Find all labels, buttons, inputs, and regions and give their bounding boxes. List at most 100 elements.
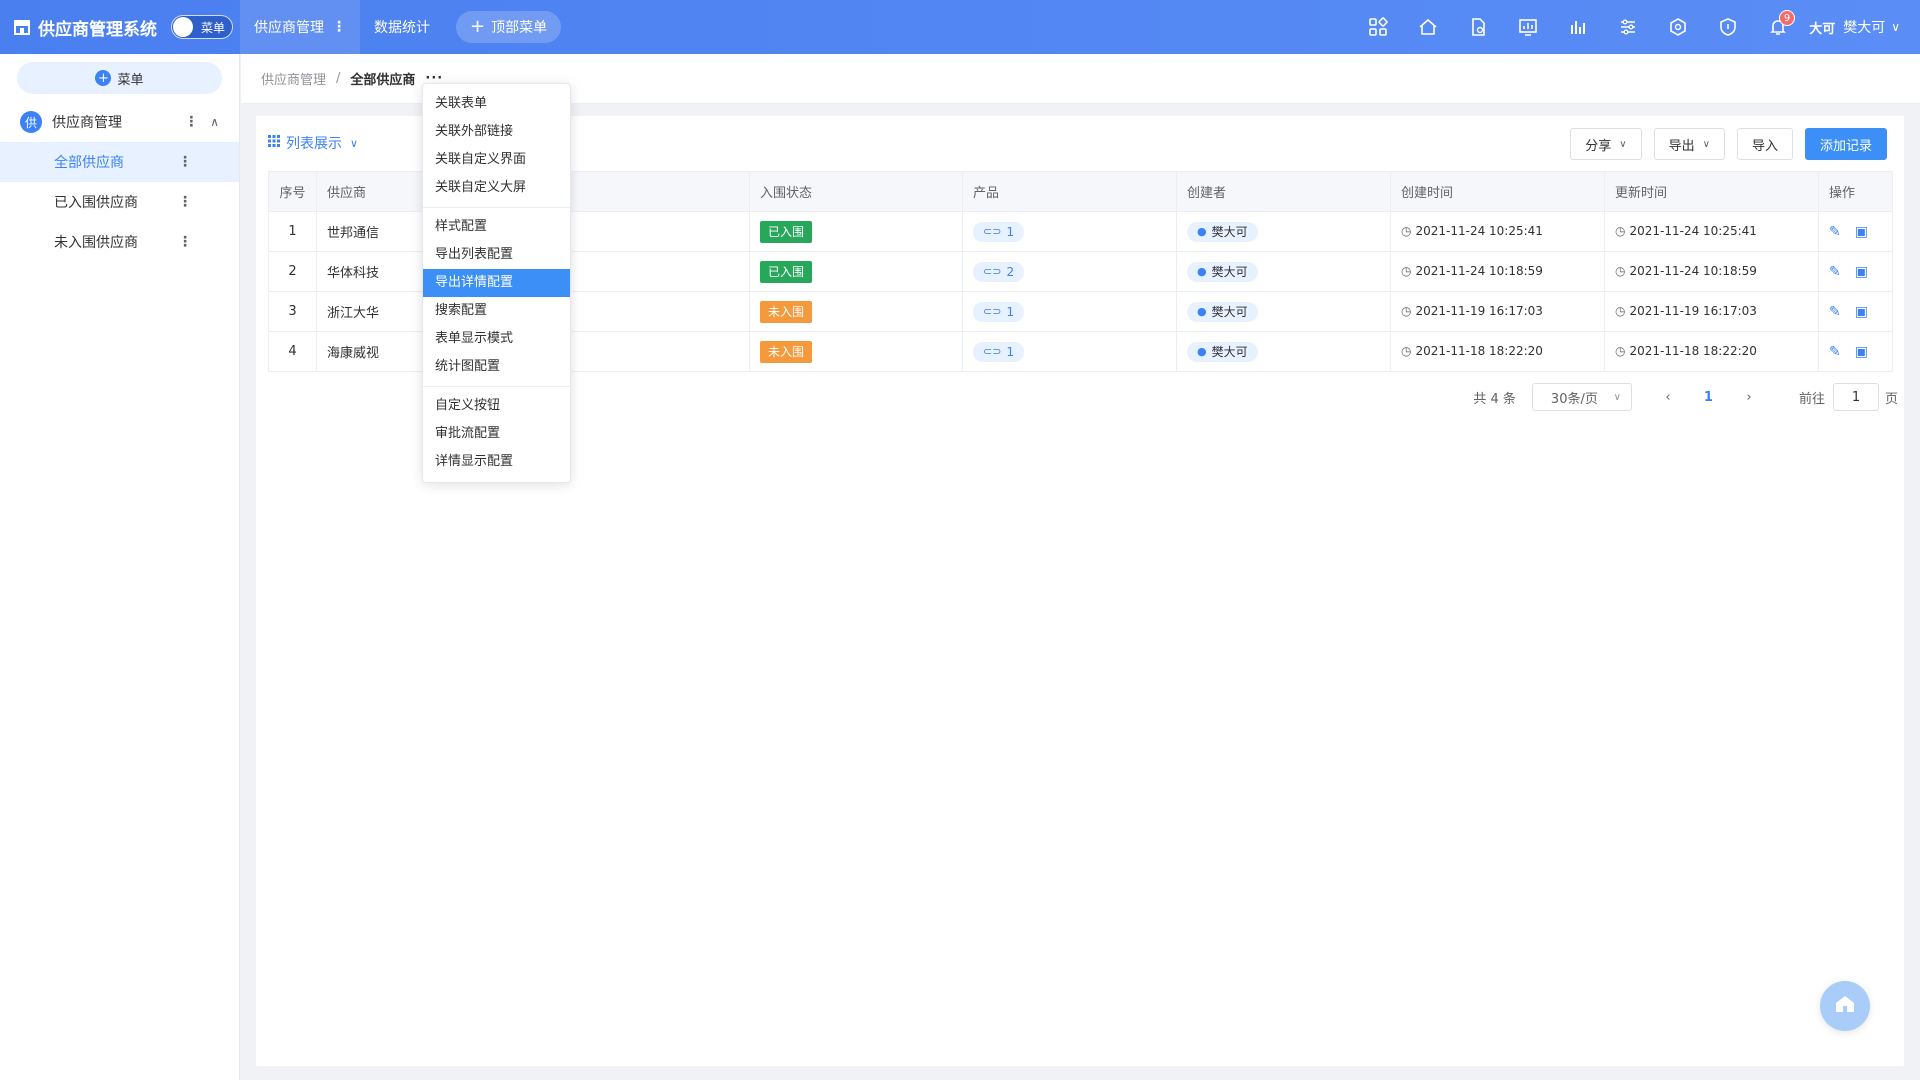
clock-icon: ◷ xyxy=(1615,344,1626,358)
menu-item[interactable]: 样式配置 xyxy=(423,213,570,241)
cell-supplier-name: 浙江大华 xyxy=(316,291,435,332)
clock-icon: ◷ xyxy=(1615,264,1626,278)
apps-icon[interactable] xyxy=(1353,0,1403,54)
edit-icon[interactable]: ✎ xyxy=(1829,344,1841,360)
cell-created-time: ◷ 2021-11-24 10:18:59 xyxy=(1390,251,1605,292)
more-vertical-icon[interactable]: ⋮ xyxy=(178,234,192,250)
detail-icon[interactable]: ▣ xyxy=(1855,304,1868,320)
updated-time: 2021-11-18 18:22:20 xyxy=(1629,344,1757,358)
sidebar-item-not-shortlisted-suppliers[interactable]: 未入围供应商 ⋮ xyxy=(0,222,239,262)
sidebar-item-label: 已入围供应商 xyxy=(54,195,138,211)
pagination: 共 4 条 30条/页 ∨ ‹ 1 › 前往 1 页 xyxy=(1473,383,1898,411)
bell-icon[interactable]: 9 xyxy=(1753,0,1803,54)
home-icon[interactable] xyxy=(1403,0,1453,54)
menu-item[interactable]: 审批流配置 xyxy=(423,420,570,448)
menu-item[interactable]: 导出详情配置 xyxy=(423,269,570,297)
menu-item[interactable]: 详情显示配置 xyxy=(423,448,570,476)
col-header-supplier: 供应商 xyxy=(316,171,435,212)
breadcrumb-parent[interactable]: 供应商管理 xyxy=(261,69,326,88)
page-size-value: 30条/页 xyxy=(1550,391,1598,407)
document-settings-icon[interactable] xyxy=(1453,0,1503,54)
menu-item[interactable]: 搜索配置 xyxy=(423,297,570,325)
top-nav-label: 数据统计 xyxy=(374,20,430,36)
cell-product: ⊂⊃ 2 xyxy=(962,251,1177,292)
cell-supplier-name: 海康威视 xyxy=(316,331,435,372)
cell-created-time: ◷ 2021-11-24 10:25:41 xyxy=(1390,211,1605,252)
creator-pill: ● 樊大可 xyxy=(1187,221,1258,242)
more-vertical-icon[interactable]: ⋮ xyxy=(332,19,346,35)
avatar: 大可 xyxy=(1809,21,1836,37)
menu-item[interactable]: 关联自定义大屏 xyxy=(423,174,570,202)
creator-name: 樊大可 xyxy=(1211,305,1248,319)
add-top-menu-button[interactable]: + 顶部菜单 xyxy=(456,11,562,43)
chevron-down-icon: ∨ xyxy=(1891,20,1900,34)
user-menu[interactable]: 大可 樊大可 ∨ xyxy=(1809,17,1900,37)
more-vertical-icon[interactable]: ⋮ xyxy=(184,114,198,130)
cell-actions: ✎ ▣ xyxy=(1818,331,1893,372)
plus-circle-icon: + xyxy=(95,70,112,86)
add-menu-label: 菜单 xyxy=(117,72,144,88)
col-header-status: 入围状态 xyxy=(749,171,963,212)
edit-icon[interactable]: ✎ xyxy=(1829,304,1841,320)
cell-index: 1 xyxy=(268,211,317,252)
menu-item[interactable]: 关联表单 xyxy=(423,90,570,118)
network-icon[interactable] xyxy=(1653,0,1703,54)
menu-item[interactable]: 关联外部链接 xyxy=(423,118,570,146)
edit-icon[interactable]: ✎ xyxy=(1829,224,1841,240)
cell-updated-time: ◷ 2021-11-24 10:18:59 xyxy=(1604,251,1819,292)
store-icon xyxy=(12,17,32,37)
cell-actions: ✎ ▣ xyxy=(1818,211,1893,252)
sidebar-item-all-suppliers[interactable]: 全部供应商 ⋮ xyxy=(0,142,239,182)
detail-icon[interactable]: ▣ xyxy=(1855,224,1868,240)
menu-item[interactable]: 统计图配置 xyxy=(423,353,570,381)
product-count: 1 xyxy=(1006,344,1015,359)
product-count-pill[interactable]: ⊂⊃ 1 xyxy=(973,301,1025,322)
cell-index: 3 xyxy=(268,291,317,332)
updated-time: 2021-11-24 10:25:41 xyxy=(1629,224,1757,238)
detail-icon[interactable]: ▣ xyxy=(1855,344,1868,360)
next-page-icon[interactable]: › xyxy=(1739,390,1759,405)
sidebar-group-supplier-management[interactable]: 供 供应商管理 ⋮ ∧ xyxy=(0,102,239,142)
cell-creator: ● 樊大可 xyxy=(1176,331,1391,372)
add-record-button[interactable]: 添加记录 xyxy=(1804,128,1887,160)
cell-supplier-name: 华体科技 xyxy=(316,251,435,292)
breadcrumb-current: 全部供应商 xyxy=(350,73,416,88)
product-count-pill[interactable]: ⊂⊃ 2 xyxy=(973,261,1025,282)
col-header-actions: 操作 xyxy=(1818,171,1893,212)
prev-page-icon[interactable]: ‹ xyxy=(1658,390,1678,405)
add-menu-button[interactable]: + 菜单 xyxy=(17,62,222,94)
notification-badge: 9 xyxy=(1778,10,1796,26)
flow-icon[interactable] xyxy=(1603,0,1653,54)
edit-icon[interactable]: ✎ xyxy=(1829,264,1841,280)
more-vertical-icon[interactable]: ⋮ xyxy=(178,194,192,210)
product-count-pill[interactable]: ⊂⊃ 1 xyxy=(973,221,1025,242)
sidebar-item-shortlisted-suppliers[interactable]: 已入围供应商 ⋮ xyxy=(0,182,239,222)
import-button[interactable]: 导入 xyxy=(1736,128,1793,160)
chart-icon[interactable] xyxy=(1553,0,1603,54)
export-button[interactable]: 导出 ∨ xyxy=(1653,128,1725,160)
menu-item[interactable]: 关联自定义界面 xyxy=(423,146,570,174)
share-button[interactable]: 分享 ∨ xyxy=(1570,128,1642,160)
col-header-updated-time: 更新时间 xyxy=(1604,171,1819,212)
shield-icon[interactable] xyxy=(1703,0,1753,54)
product-count-pill[interactable]: ⊂⊃ 1 xyxy=(973,341,1025,362)
creator-name: 樊大可 xyxy=(1211,225,1248,239)
menu-divider xyxy=(423,386,570,387)
user-icon: ● xyxy=(1197,265,1207,278)
page-suffix: 页 xyxy=(1884,391,1898,407)
view-mode-selector[interactable]: 列表展示 ∨ xyxy=(268,133,358,153)
current-page[interactable]: 1 xyxy=(1704,390,1713,405)
menu-item[interactable]: 自定义按钮 xyxy=(423,392,570,420)
goto-page-input[interactable]: 1 xyxy=(1832,383,1879,411)
menu-item[interactable]: 导出列表配置 xyxy=(423,241,570,269)
page-size-select[interactable]: 30条/页 ∨ xyxy=(1531,383,1632,411)
menu-toggle-switch[interactable]: 菜单 xyxy=(171,15,233,39)
detail-icon[interactable]: ▣ xyxy=(1855,264,1868,280)
chevron-up-icon[interactable]: ∧ xyxy=(210,115,219,129)
floating-home-button[interactable] xyxy=(1820,981,1870,1031)
menu-item[interactable]: 表单显示模式 xyxy=(423,325,570,353)
dashboard-icon[interactable] xyxy=(1503,0,1553,54)
top-nav-data-statistics[interactable]: 数据统计 xyxy=(360,0,444,54)
more-vertical-icon[interactable]: ⋮ xyxy=(178,154,192,170)
top-nav-supplier-management[interactable]: 供应商管理 ⋮ xyxy=(240,0,360,54)
